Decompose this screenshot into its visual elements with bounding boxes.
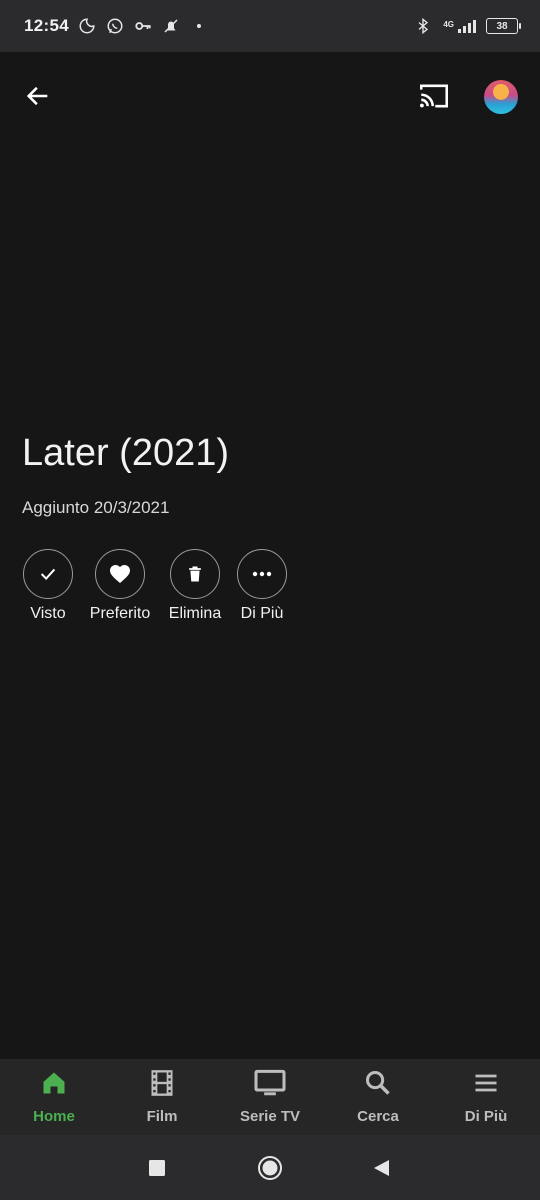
nav-label-film: Film: [146, 1108, 178, 1125]
nav-item-serie-tv[interactable]: Serie TV: [216, 1059, 324, 1135]
movie-title: Later (2021): [22, 432, 230, 474]
bluetooth-icon: [413, 16, 433, 36]
status-right: 4G 38: [413, 0, 521, 52]
status-bar: 12:54 4G 38: [0, 0, 540, 52]
nav-label-serie-tv: Serie TV: [239, 1108, 301, 1125]
avatar[interactable]: [484, 80, 518, 114]
signal-indicator: 4G: [443, 19, 476, 33]
check-icon: [23, 549, 73, 599]
status-left: 12:54: [24, 0, 209, 52]
home-icon: [39, 1069, 69, 1102]
nav-label-home: Home: [33, 1108, 75, 1125]
nav-item-film[interactable]: Film: [108, 1059, 216, 1135]
search-icon: [364, 1069, 392, 1102]
watched-button[interactable]: Visto: [22, 549, 74, 623]
battery-icon: 38: [486, 18, 521, 34]
menu-icon: [471, 1069, 501, 1102]
tv-icon: [253, 1069, 287, 1102]
nav-label-search: Cerca: [357, 1108, 399, 1125]
favorite-button[interactable]: Preferito: [84, 549, 156, 623]
signal-bars-icon: [458, 19, 476, 33]
added-date: Aggiunto 20/3/2021: [22, 498, 170, 517]
trash-icon: [170, 549, 220, 599]
network-type: 4G: [443, 19, 454, 29]
nav-item-more[interactable]: Di Più: [432, 1059, 540, 1135]
status-time: 12:54: [24, 16, 69, 35]
watched-label: Visto: [30, 605, 66, 622]
home-circle-icon[interactable]: [257, 1155, 283, 1181]
favorite-label: Preferito: [89, 605, 151, 622]
delete-label: Elimina: [168, 605, 222, 622]
recents-icon[interactable]: [144, 1155, 170, 1181]
nav-item-search[interactable]: Cerca: [324, 1059, 432, 1135]
dot-icon: [189, 16, 209, 36]
system-navigation-bar: [0, 1135, 540, 1200]
cast-icon[interactable]: [414, 76, 454, 116]
nav-label-more: Di Più: [464, 1108, 508, 1125]
back-arrow-icon[interactable]: [18, 76, 58, 116]
whatsapp-icon: [105, 16, 125, 36]
key-icon: [133, 16, 153, 36]
film-icon: [149, 1069, 175, 1102]
nav-item-home[interactable]: Home: [0, 1059, 108, 1135]
more-label: Di Più: [240, 605, 284, 622]
back-triangle-icon[interactable]: [368, 1155, 394, 1181]
no-sound-icon: [161, 16, 181, 36]
heart-icon: [95, 549, 145, 599]
moon-icon: [77, 16, 97, 36]
bottom-navigation: Home Film Serie TV Cerca Di Più: [0, 1059, 540, 1135]
more-button[interactable]: Di Più: [236, 549, 288, 623]
delete-button[interactable]: Elimina: [164, 549, 226, 623]
more-icon: [237, 549, 287, 599]
app-bar: [0, 52, 540, 144]
